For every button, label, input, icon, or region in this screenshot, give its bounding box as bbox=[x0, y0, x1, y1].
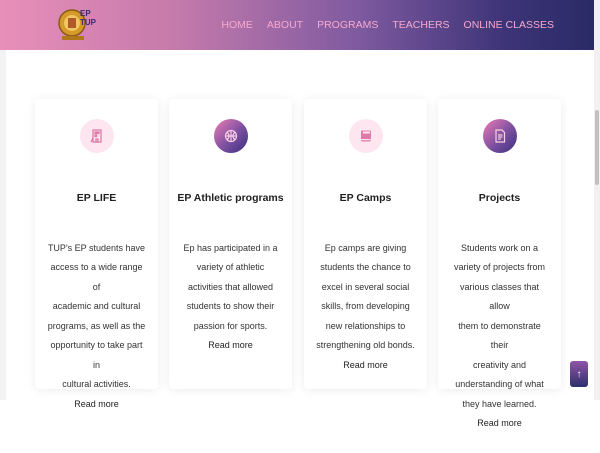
read-more-link[interactable]: Read more bbox=[181, 336, 280, 356]
logo-text: EP TUP bbox=[80, 9, 96, 27]
card-title: EP LIFE bbox=[76, 192, 117, 204]
basketball-icon bbox=[224, 129, 237, 143]
icon-circle bbox=[348, 119, 383, 153]
card-title: EP Athletic programs bbox=[177, 192, 284, 204]
building-icon bbox=[89, 129, 102, 143]
card-ep-life: EP LIFE TUP's EP students have access to… bbox=[35, 99, 158, 409]
card-description: Students work on a variety of projects f… bbox=[450, 219, 549, 453]
scrollbar[interactable] bbox=[594, 0, 600, 400]
card-description: TUP's EP students have access to a wide … bbox=[47, 219, 146, 434]
scrollbar-thumb[interactable] bbox=[595, 110, 599, 185]
card-text: Ep has participated in a variety of athl… bbox=[183, 242, 278, 331]
main-nav: HOME ABOUT PROGRAMS TEACHERS ONLINE CLAS… bbox=[207, 19, 554, 31]
book-icon bbox=[360, 130, 371, 142]
card-description: Ep has participated in a variety of athl… bbox=[181, 219, 280, 375]
read-more-link[interactable]: Read more bbox=[316, 356, 415, 376]
card-text: TUP's EP students have access to a wide … bbox=[47, 242, 146, 390]
read-more-link[interactable]: Read more bbox=[47, 395, 146, 415]
icon-circle bbox=[79, 119, 114, 153]
card-description: Ep camps are giving students the chance … bbox=[316, 219, 415, 395]
back-to-top-button[interactable]: ↑ bbox=[570, 361, 588, 387]
card-text: Students work on a variety of projects f… bbox=[453, 242, 546, 409]
page-edge bbox=[0, 0, 6, 400]
nav-programs[interactable]: PROGRAMS bbox=[317, 19, 378, 31]
nav-home[interactable]: HOME bbox=[221, 19, 253, 31]
card-athletic-programs: EP Athletic programs Ep has participated… bbox=[169, 99, 292, 389]
document-icon bbox=[494, 129, 505, 143]
read-more-link[interactable]: Read more bbox=[450, 414, 549, 434]
header: EP TUP HOME ABOUT PROGRAMS TEACHERS ONLI… bbox=[0, 0, 594, 50]
nav-teachers[interactable]: TEACHERS bbox=[392, 19, 449, 31]
nav-online-classes[interactable]: ONLINE CLASSES bbox=[464, 19, 554, 31]
card-text: Ep camps are giving students the chance … bbox=[316, 242, 415, 351]
arrow-up-icon: ↑ bbox=[576, 368, 582, 380]
icon-circle bbox=[213, 119, 248, 153]
card-projects: Projects Students work on a variety of p… bbox=[438, 99, 561, 428]
card-title: EP Camps bbox=[339, 192, 392, 204]
card-ep-camps: EP Camps Ep camps are giving students th… bbox=[304, 99, 427, 389]
nav-about[interactable]: ABOUT bbox=[267, 19, 303, 31]
icon-circle bbox=[482, 119, 517, 153]
card-title: Projects bbox=[478, 192, 521, 204]
